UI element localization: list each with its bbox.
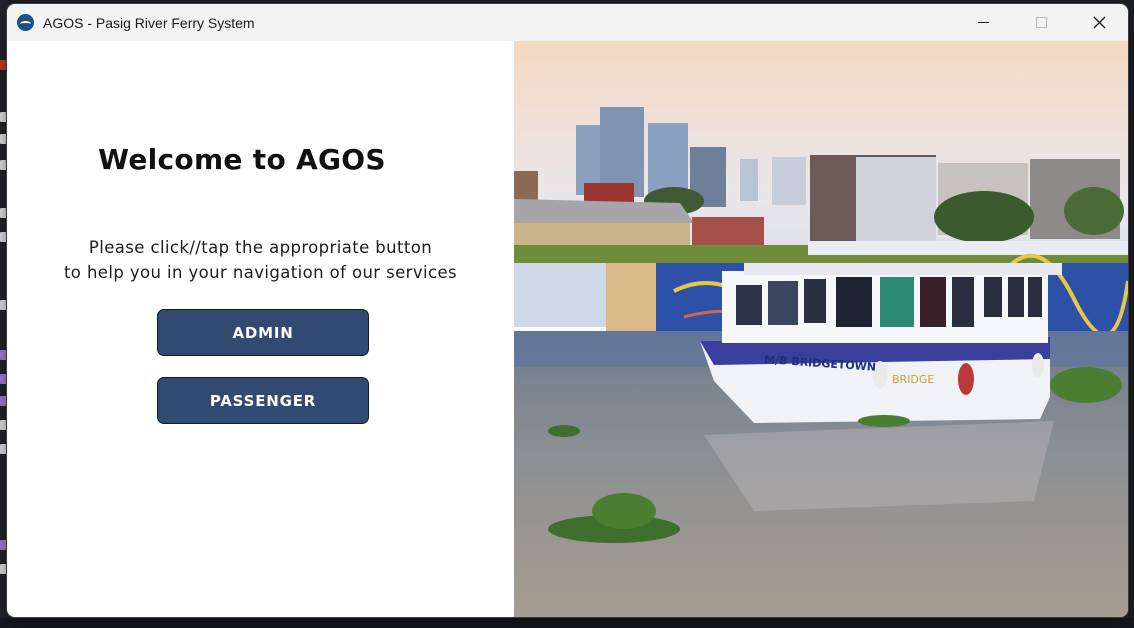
window-title: AGOS - Pasig River Ferry System	[43, 14, 255, 31]
minimize-icon	[977, 22, 989, 23]
boat-logo-text: BRIDGE	[892, 373, 934, 386]
instructions-text: Please click//tap the appropriate button…	[7, 235, 514, 285]
ferry-photo-illustration: M/B BRIDGETOWN BRIDGE	[514, 41, 1128, 617]
ferry-photo: M/B BRIDGETOWN BRIDGE	[514, 41, 1128, 617]
close-icon	[1093, 16, 1105, 29]
maximize-icon	[1035, 17, 1047, 28]
passenger-button[interactable]: PASSENGER	[157, 377, 369, 424]
window-controls	[954, 4, 1128, 41]
instructions-line-2: to help you in your navigation of our se…	[63, 263, 458, 282]
background-taskbar-edge	[0, 618, 1134, 628]
app-window: AGOS - Pasig River Ferry System Welcome …	[7, 4, 1128, 617]
page-title: Welcome to AGOS	[98, 143, 386, 176]
admin-button[interactable]: ADMIN	[157, 309, 369, 356]
instructions-line-1: Please click//tap the appropriate button	[88, 238, 433, 257]
minimize-button[interactable]	[954, 4, 1012, 41]
main-content: Welcome to AGOS Please click//tap the ap…	[7, 41, 1128, 617]
ferry-logo-icon	[17, 14, 34, 31]
welcome-panel: Welcome to AGOS Please click//tap the ap…	[7, 41, 514, 617]
close-button[interactable]	[1070, 4, 1128, 41]
title-bar: AGOS - Pasig River Ferry System	[7, 4, 1128, 41]
maximize-button[interactable]	[1012, 4, 1070, 41]
